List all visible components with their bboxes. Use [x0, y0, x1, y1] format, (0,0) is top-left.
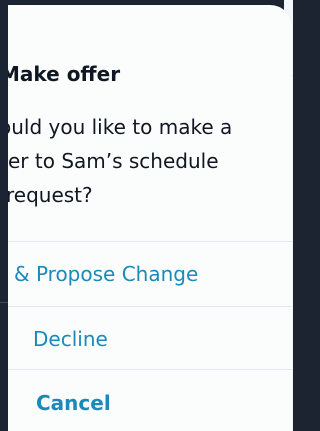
divider [8, 241, 292, 242]
dialog-title: Make offer [8, 62, 121, 86]
dialog-message: ould you like to make a er to Sam’s sche… [8, 110, 233, 212]
propose-change-label: & Propose Change [14, 262, 199, 286]
dialog-message-line-2: er to Sam’s schedule [8, 149, 219, 173]
cancel-label: Cancel [36, 391, 111, 415]
dialog-message-line-1: ould you like to make a [8, 115, 233, 139]
divider [8, 306, 292, 307]
screen: Make offer ould you like to make a er to… [0, 0, 293, 431]
cancel-button[interactable]: Cancel [8, 374, 292, 431]
divider [8, 369, 292, 370]
propose-change-button[interactable]: & Propose Change [8, 245, 292, 303]
backdrop-divider [0, 302, 8, 303]
action-sheet: Make offer ould you like to make a er to… [8, 5, 292, 431]
decline-button[interactable]: Decline [8, 310, 292, 368]
decline-label: Decline [33, 327, 108, 351]
backdrop-edge [0, 0, 8, 431]
dialog-message-line-3: request? [8, 183, 93, 207]
